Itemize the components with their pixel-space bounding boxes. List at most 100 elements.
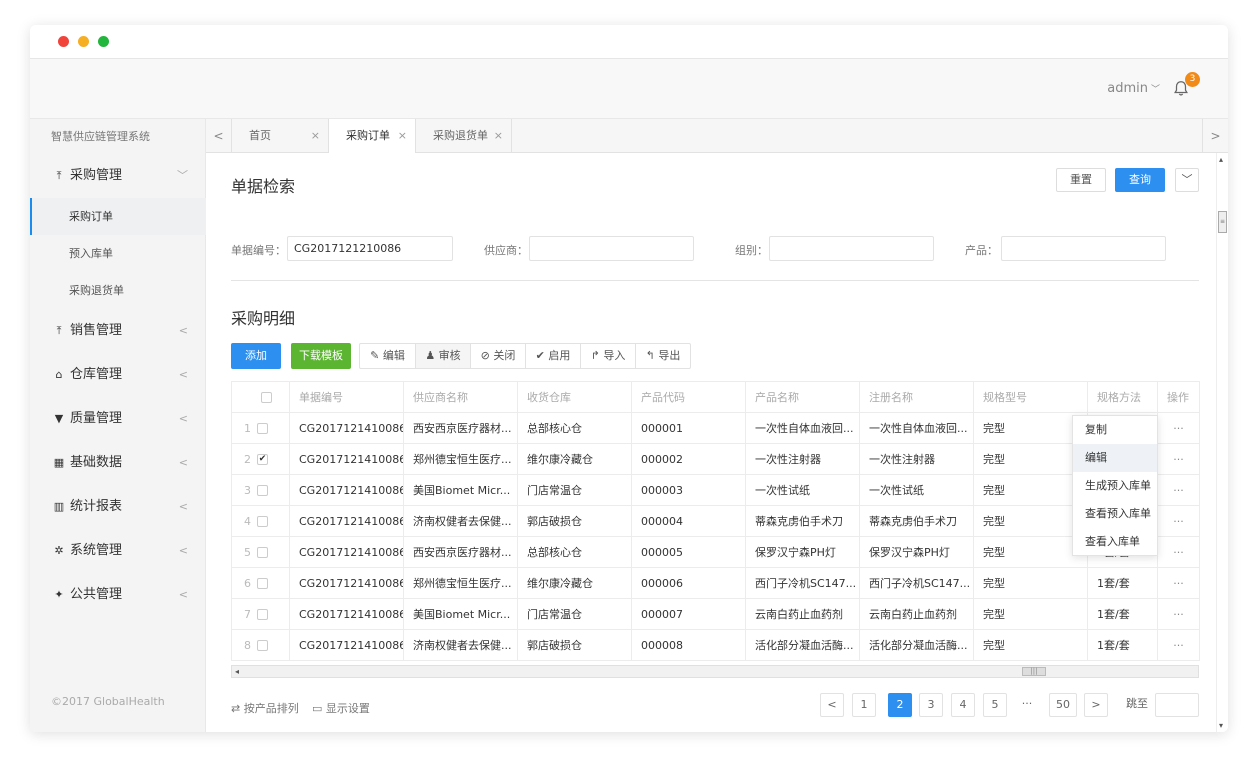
tab-scroll-right-button[interactable]: > <box>1202 119 1228 153</box>
horizontal-scrollbar[interactable]: ◂ ||| <box>231 665 1199 678</box>
row-checkbox[interactable] <box>257 485 268 496</box>
table-row[interactable]: 6 CG2017121410086 郑州德宝恒生医疗... 维尔康冷藏仓 000006 西… <box>231 567 1200 599</box>
more-actions-button[interactable]: ··· <box>1157 443 1200 475</box>
column-header[interactable]: 产品代码 <box>631 381 746 413</box>
more-actions-button[interactable]: ··· <box>1157 505 1200 537</box>
sidebar-subitem-pre-receipt[interactable]: 预入库单 <box>30 235 206 272</box>
page-button[interactable]: 5 <box>983 693 1007 717</box>
dropdown-item-copy[interactable]: 复制 <box>1073 416 1157 444</box>
more-actions-button[interactable]: ··· <box>1157 412 1200 444</box>
more-actions-button[interactable]: ··· <box>1157 629 1200 661</box>
edit-button[interactable]: ✎ 编辑 <box>360 344 416 368</box>
next-page-button[interactable]: > <box>1084 693 1108 717</box>
select-all-checkbox[interactable] <box>261 392 272 403</box>
sidebar-item-public[interactable]: ✦ 公共管理 < <box>30 573 206 617</box>
scrollbar-thumb[interactable]: ||| <box>1022 667 1046 676</box>
sidebar-item-warehouse[interactable]: ⌂ 仓库管理 < <box>30 353 206 397</box>
row-checkbox[interactable] <box>257 578 268 589</box>
sidebar-item-system[interactable]: ✲ 系统管理 < <box>30 529 206 573</box>
scrollbar-thumb[interactable]: ≡ <box>1218 211 1227 233</box>
row-checkbox[interactable] <box>257 423 268 434</box>
more-actions-button[interactable]: ··· <box>1157 474 1200 506</box>
sidebar-item-purchase[interactable]: ⤒ 采购管理 ﹀ <box>30 154 206 198</box>
sort-by-product-link[interactable]: ⇄ 按产品排列 <box>231 700 299 716</box>
close-icon[interactable]: × <box>311 119 320 153</box>
row-checkbox[interactable] <box>257 609 268 620</box>
scroll-left-icon[interactable]: ◂ <box>235 666 239 677</box>
sidebar-subitem-purchase-return[interactable]: 采购退货单 <box>30 272 206 309</box>
scroll-down-icon[interactable]: ▾ <box>1219 721 1223 730</box>
scroll-up-icon[interactable]: ▴ <box>1219 155 1223 164</box>
table-row[interactable]: 1 CG2017121410086 西安西京医疗器材... 总部核心仓 000001 一次… <box>231 412 1200 444</box>
tab-home[interactable]: 首页 × <box>232 119 329 153</box>
more-actions-button[interactable]: ··· <box>1157 567 1200 599</box>
table-row[interactable]: 5 CG2017121410086 西安西京医疗器材... 总部核心仓 000005 保罗… <box>231 536 1200 568</box>
doc-no-input[interactable]: CG2017121210086 <box>287 236 453 261</box>
row-number: 1 <box>244 421 251 435</box>
tab-scroll-left-button[interactable]: < <box>206 119 232 153</box>
table-row[interactable]: 4 CG2017121410086 济南权健者去保健... 郭店破损仓 000004 蒂森… <box>231 505 1200 537</box>
table-row[interactable]: 3 CG2017121410086 美国Biomet Micr... 门店常温仓 000… <box>231 474 1200 506</box>
group-input[interactable] <box>769 236 934 261</box>
close-icon[interactable]: × <box>494 119 503 153</box>
page-button-current[interactable]: 2 <box>888 693 912 717</box>
row-checkbox[interactable] <box>257 516 268 527</box>
dropdown-item-view-receipt[interactable]: 查看入库单 <box>1073 528 1157 556</box>
column-header[interactable]: 供应商名称 <box>403 381 518 413</box>
column-header[interactable]: 收货仓库 <box>517 381 632 413</box>
dropdown-item-view-pre-receipt[interactable]: 查看预入库单 <box>1073 500 1157 528</box>
add-button[interactable]: 添加 <box>231 343 281 369</box>
display-settings-link[interactable]: ▭ 显示设置 <box>312 700 370 716</box>
tab-purchase-order[interactable]: 采购订单 × <box>329 119 416 153</box>
dropdown-item-edit[interactable]: 编辑 <box>1073 444 1157 472</box>
maximize-window-button[interactable] <box>98 36 109 47</box>
sidebar-item-label: 仓库管理 <box>70 367 123 382</box>
prev-page-button[interactable]: < <box>820 693 844 717</box>
product-input[interactable] <box>1001 236 1166 261</box>
user-name: admin <box>1107 81 1148 96</box>
row-checkbox[interactable]: ✔ <box>257 454 268 465</box>
column-header[interactable]: 注册名称 <box>859 381 974 413</box>
link-label: 按产品排列 <box>243 702 299 715</box>
reset-button[interactable]: 重置 <box>1056 168 1106 192</box>
table-row[interactable]: 2 ✔ CG2017121410086 郑州德宝恒生医疗... 维尔康冷藏仓 000002… <box>231 443 1200 475</box>
column-header[interactable]: 产品名称 <box>745 381 860 413</box>
page-button[interactable]: 4 <box>951 693 975 717</box>
sidebar-item-reports[interactable]: ▥ 统计报表 < <box>30 485 206 529</box>
column-header[interactable]: 单据编号 <box>289 381 404 413</box>
sidebar-item-basic-data[interactable]: ▦ 基础数据 < <box>30 441 206 485</box>
sidebar-item-sales[interactable]: ⤒ 销售管理 < <box>30 309 206 353</box>
more-actions-button[interactable]: ··· <box>1157 598 1200 630</box>
more-actions-button[interactable]: ··· <box>1157 536 1200 568</box>
review-button[interactable]: ♟ 审核 <box>416 344 471 368</box>
table-row[interactable]: 7 CG2017121410086 美国Biomet Micr... 门店常温仓 000… <box>231 598 1200 630</box>
sidebar-subitem-purchase-order[interactable]: 采购订单 <box>30 198 206 235</box>
sidebar-item-quality[interactable]: ▼ 质量管理 < <box>30 397 206 441</box>
close-window-button[interactable] <box>58 36 69 47</box>
vertical-scrollbar[interactable]: ▴ ≡ ▾ <box>1216 153 1228 732</box>
chevron-down-icon: ﹀ <box>1181 173 1193 186</box>
supplier-input[interactable] <box>529 236 694 261</box>
page-button[interactable]: 3 <box>919 693 943 717</box>
cell-warehouse: 门店常温仓 <box>517 598 632 630</box>
dropdown-item-generate-pre-receipt[interactable]: 生成预入库单 <box>1073 472 1157 500</box>
import-button[interactable]: ↱ 导入 <box>581 344 636 368</box>
close-button[interactable]: ⊘ 关闭 <box>471 344 526 368</box>
table-row[interactable]: 8 CG2017121410086 济南权健者去保健... 郭店破损仓 000008 活化… <box>231 629 1200 661</box>
jump-page-input[interactable] <box>1155 693 1199 717</box>
export-button[interactable]: ↰ 导出 <box>636 344 690 368</box>
tab-purchase-return[interactable]: 采购退货单 × <box>416 119 512 153</box>
user-menu[interactable]: admin ﹀ <box>1107 81 1160 96</box>
expand-search-button[interactable]: ﹀ <box>1175 168 1199 192</box>
enable-button[interactable]: ✔ 启用 <box>526 344 581 368</box>
download-template-button[interactable]: 下载模板 <box>291 343 351 369</box>
row-checkbox[interactable] <box>257 640 268 651</box>
close-icon[interactable]: × <box>398 119 407 153</box>
page-button[interactable]: 50 <box>1049 693 1077 717</box>
column-header[interactable]: 规格型号 <box>973 381 1088 413</box>
column-header[interactable]: 规格方法 <box>1087 381 1158 413</box>
query-button[interactable]: 查询 <box>1115 168 1165 192</box>
page-button[interactable]: 1 <box>852 693 876 717</box>
minimize-window-button[interactable] <box>78 36 89 47</box>
row-checkbox[interactable] <box>257 547 268 558</box>
